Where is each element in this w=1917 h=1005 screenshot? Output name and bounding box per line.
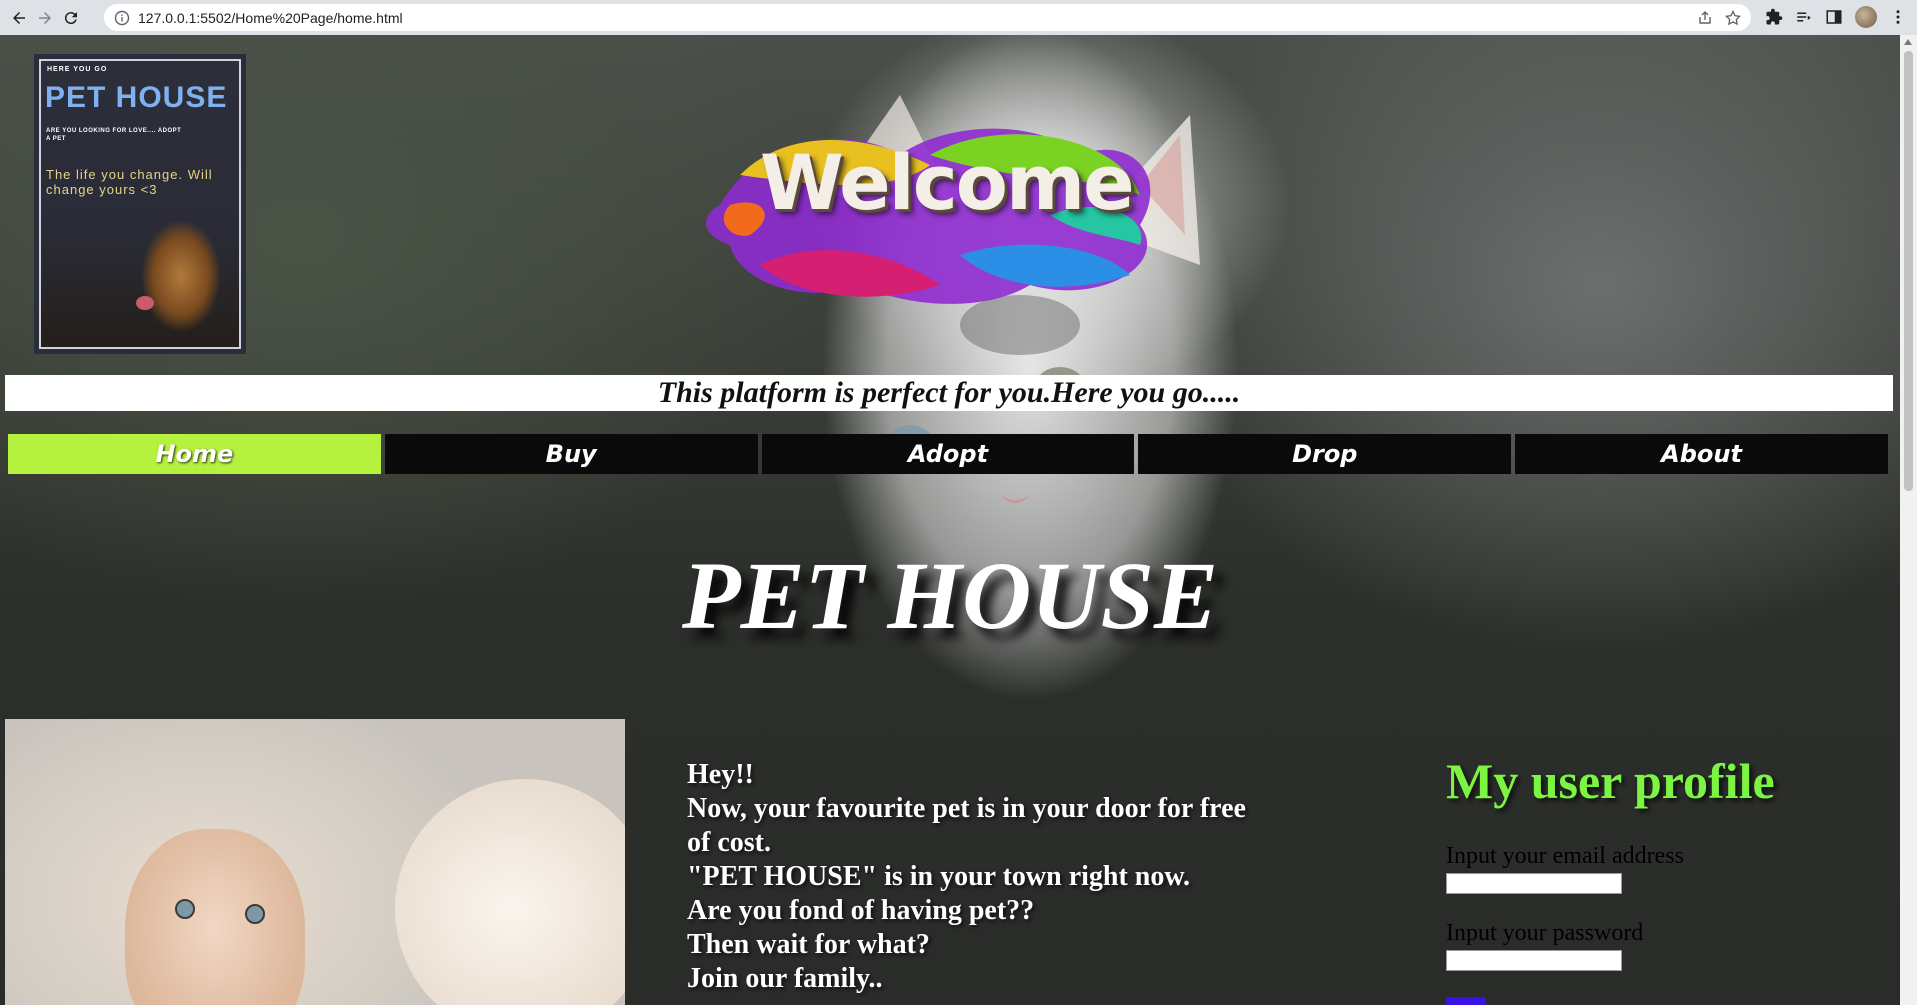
- site-info-icon[interactable]: [114, 10, 130, 26]
- dog-tongue: [136, 296, 154, 310]
- kebab-menu-icon[interactable]: [1889, 8, 1907, 26]
- nav-item-adopt[interactable]: Adopt: [761, 434, 1135, 474]
- tagline-banner: This platform is perfect for you.Here yo…: [5, 375, 1893, 411]
- forward-arrow-icon[interactable]: [32, 5, 58, 31]
- side-panel-icon[interactable]: [1825, 8, 1843, 26]
- intro-line: Hey!!: [687, 759, 754, 790]
- intro-line: "PET HOUSE" is in your town right now.: [687, 861, 1191, 892]
- nav-item-buy[interactable]: Buy: [384, 434, 758, 474]
- submit-button[interactable]: [1446, 997, 1486, 1005]
- intro-line: Now, your favourite pet is in your door …: [687, 793, 1246, 858]
- poster-small-heading: HERE YOU GO: [47, 66, 108, 73]
- welcome-heading: Welcome: [760, 138, 1135, 227]
- kitten-eye: [245, 904, 265, 924]
- ginger-kitten: [125, 829, 305, 1005]
- nav-item-drop[interactable]: Drop: [1138, 434, 1512, 474]
- share-icon[interactable]: [1697, 10, 1713, 26]
- poster-quote: The life you change. Will change yours <…: [46, 167, 213, 197]
- reload-icon[interactable]: [58, 5, 84, 31]
- reading-list-icon[interactable]: [1795, 8, 1813, 26]
- main-navigation: Home Buy Adopt Drop About: [8, 434, 1888, 474]
- back-arrow-icon[interactable]: [6, 5, 32, 31]
- nav-item-home[interactable]: Home: [8, 434, 381, 474]
- page-viewport: HERE YOU GO PET HOUSE ARE YOU LOOKING FO…: [0, 35, 1900, 1005]
- pet-house-poster-logo: HERE YOU GO PET HOUSE ARE YOU LOOKING FO…: [34, 54, 246, 354]
- kitten-eye: [175, 899, 195, 919]
- profile-avatar[interactable]: [1855, 6, 1877, 28]
- poster-tagline: ARE YOU LOOKING FOR LOVE.... ADOPT A PET: [46, 128, 182, 142]
- browser-toolbar: 127.0.0.1:5502/Home%20Page/home.html: [0, 0, 1917, 35]
- password-field[interactable]: [1446, 950, 1622, 971]
- intro-line: Then wait for what?: [687, 929, 930, 960]
- scroll-up-arrow-icon[interactable]: [1904, 39, 1912, 45]
- extensions-icon[interactable]: [1765, 8, 1783, 26]
- password-label: Input your password: [1446, 920, 1644, 946]
- white-kitten: [395, 779, 625, 1005]
- nav-item-about[interactable]: About: [1515, 434, 1888, 474]
- page-title: PET HOUSE: [681, 542, 1219, 649]
- address-bar[interactable]: 127.0.0.1:5502/Home%20Page/home.html: [104, 4, 1751, 31]
- dog-image: [116, 201, 239, 347]
- intro-text: Hey!! Now, your favourite pet is in your…: [687, 758, 1247, 996]
- url-text[interactable]: 127.0.0.1:5502/Home%20Page/home.html: [138, 10, 1697, 26]
- poster-title: PET HOUSE: [45, 81, 228, 114]
- email-field[interactable]: [1446, 873, 1622, 894]
- intro-line: Are you fond of having pet??: [687, 895, 1035, 926]
- profile-heading: My user profile: [1446, 753, 1775, 809]
- kittens-photo: [5, 719, 625, 1005]
- intro-line: Join our family..: [687, 963, 883, 994]
- page-scrollbar[interactable]: [1900, 35, 1917, 1005]
- bookmark-star-icon[interactable]: [1725, 9, 1741, 26]
- email-label: Input your email address: [1446, 843, 1684, 869]
- scrollbar-thumb[interactable]: [1904, 51, 1913, 491]
